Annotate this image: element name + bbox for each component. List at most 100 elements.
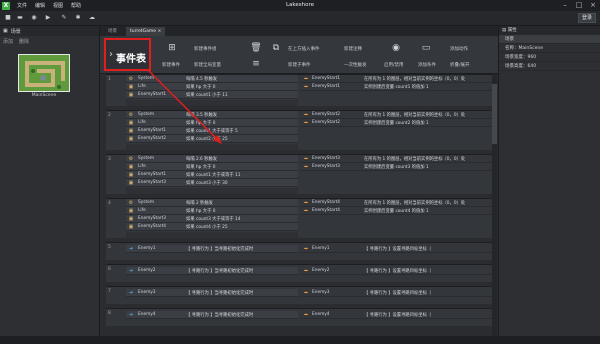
action-row[interactable]: ➡ EnemyStart2 实例创建后变量 count2 的值加 1 xyxy=(300,119,492,127)
tab-turretgame[interactable]: turretGame × xyxy=(126,27,166,36)
scroll-thumb[interactable] xyxy=(492,84,497,144)
login-button[interactable]: 登录 xyxy=(578,13,596,23)
condition-row[interactable]: ▣ EnemyStart3 如果 count3 小于 30 xyxy=(126,179,298,187)
action-row[interactable]: ➡ EnemyStart1 实例创建后变量 count1 的值加 1 xyxy=(300,83,492,91)
new-event-icon[interactable]: ⊞ xyxy=(166,42,178,54)
event-block[interactable]: 5 ➜ Enemy1 【 寻路行为 】当寻路初始化完成时 ➡ Enemy1 【 寻路行为 】… xyxy=(106,242,492,260)
enable-disable-button[interactable]: 启用/禁用 xyxy=(384,62,404,68)
event-sheet-callout: › 事件表 xyxy=(104,38,151,71)
condition-row[interactable]: ▣ Life 如果 hp 大于 0 xyxy=(126,119,298,127)
new-event-button[interactable]: 新建事件 xyxy=(162,62,180,68)
condition-row[interactable]: ▣ EnemyStart4 如果 count4 小于 25 xyxy=(126,223,298,231)
action-row[interactable]: ➡ EnemyStart2 在所有为 1 的图层，相对当前实例的坐标（0，0）处 xyxy=(300,111,492,119)
action-row[interactable]: ➡ EnemyStart4 在所有为 1 的图层，相对当前实例的坐标（0，0）处 xyxy=(300,199,492,207)
duplicate-icon[interactable]: ⧉ xyxy=(270,42,282,54)
action-row[interactable]: ➡ Enemy2 【 寻路行为 】设置寻路目标坐标（ xyxy=(300,267,492,275)
action-arrow-icon: ➡ xyxy=(303,120,309,126)
condition-row[interactable]: ▣ Life 如果 hp 大于 0 xyxy=(126,163,298,171)
menu-help[interactable]: 帮助 xyxy=(67,2,85,9)
condition-row[interactable]: ➜ Enemy4 【 寻路行为 】当寻路初始化完成时 xyxy=(126,311,298,319)
add-sub-row[interactable] xyxy=(126,232,298,238)
var-icon: ▣ xyxy=(128,164,134,170)
condition-row[interactable]: ➜ Enemy3 【 寻路行为 】当寻路初始化完成时 xyxy=(126,289,298,297)
event-block[interactable]: 7 ➜ Enemy3 【 寻路行为 】当寻路初始化完成时 ➡ Enemy3 【 寻路行为 】… xyxy=(106,286,492,304)
trigger-once-button[interactable]: 一次性触发 xyxy=(344,62,367,68)
condition-row[interactable]: ⚙ System 每隔 2.6 秒触发 xyxy=(126,155,298,163)
gear-icon: ⚙ xyxy=(128,112,134,118)
action-row[interactable]: ➡ EnemyStart3 在所有为 1 的图层，相对当前实例的坐标（0，0）处 xyxy=(300,155,492,163)
scene-thumbnail[interactable] xyxy=(18,54,70,92)
condition-row[interactable]: ⚙ System 每隔 4.5 秒触发 xyxy=(126,75,298,83)
add-sub-row[interactable] xyxy=(126,100,298,106)
cloud-icon[interactable]: ☁ xyxy=(88,14,96,22)
add-condition-button[interactable]: 添加条件 xyxy=(418,62,436,68)
collapse-button[interactable]: 折叠/展开 xyxy=(450,62,470,68)
condition-row[interactable]: ▣ Life 如果 hp 大于 0 xyxy=(126,207,298,215)
event-block[interactable]: 6 ➜ Enemy2 【 寻路行为 】当寻路初始化完成时 ➡ Enemy2 【 寻路行为 】… xyxy=(106,264,492,282)
event-block[interactable]: 2 ⚙ System 每隔 3.5 秒触发 ▣ Life 如果 hp 大于 0 ▣ EnemyS… xyxy=(106,110,492,150)
prop-scene-width[interactable]: 场景宽度：960 xyxy=(499,53,600,62)
condition-row[interactable]: ▣ EnemyStart1 如果 count1 大于或等于 5 xyxy=(126,127,298,135)
delete-scene-button[interactable]: 删除 xyxy=(19,38,29,45)
condition-text: 如果 count1 小于 11 xyxy=(186,93,228,98)
event-sheet-scrollbar[interactable] xyxy=(492,74,497,336)
condition-row[interactable]: ➜ Enemy2 【 寻路行为 】当寻路初始化完成时 xyxy=(126,267,298,275)
condition-row[interactable]: ▣ EnemyStart1 如果 count1 大于或等于 11 xyxy=(126,171,298,179)
maximize-icon[interactable]: □ xyxy=(572,0,586,11)
add-scene-button[interactable]: 添加 xyxy=(3,38,13,45)
action-object: EnemyStart1 xyxy=(312,84,341,89)
prop-scene-height[interactable]: 场景高度：640 xyxy=(499,62,600,71)
condition-text: 如果 count1 大于或等于 5 xyxy=(186,129,238,134)
menu-file[interactable]: 文件 xyxy=(13,2,31,9)
add-sub-row[interactable] xyxy=(126,188,298,194)
tab-scene[interactable]: 场景 xyxy=(104,27,121,36)
condition-row[interactable]: ▣ EnemyStart3 如果 count3 大于或等于 14 xyxy=(126,215,298,223)
condition-row[interactable]: ▣ Life 如果 hp 大于 0 xyxy=(126,83,298,91)
save-icon[interactable]: ■ xyxy=(4,14,12,22)
new-comment-button[interactable]: 新建注释 xyxy=(344,46,362,52)
action-row[interactable]: ➡ EnemyStart4 实例创建后变量 count4 的值加 1 xyxy=(300,207,492,215)
event-block[interactable]: 1 ⚙ System 每隔 4.5 秒触发 ▣ Life 如果 hp 大于 0 ▣ EnemyS… xyxy=(106,74,492,106)
align-icon[interactable]: ≡ xyxy=(250,58,262,70)
action-row[interactable]: ➡ EnemyStart1 在所有为 1 的图层，相对当前实例的坐标（0，0）处 xyxy=(300,75,492,83)
add-action-button[interactable]: 添加动作 xyxy=(450,46,468,52)
add-condition-icon[interactable]: ▭ xyxy=(420,42,432,54)
new-sub-event-button[interactable]: 新建子事件 xyxy=(288,62,311,68)
event-block[interactable]: 3 ⚙ System 每隔 2.6 秒触发 ▣ Life 如果 hp 大于 0 ▣ EnemyS… xyxy=(106,154,492,194)
prop-scene-name[interactable]: 名称：MainScene xyxy=(499,44,600,53)
event-block[interactable]: 4 ⚙ System 每隔 2 秒触发 ▣ Life 如果 hp 大于 0 ▣ EnemySta… xyxy=(106,198,492,238)
action-text: 实例创建后变量 count4 的值加 1 xyxy=(364,209,429,214)
trash-icon[interactable]: 🗑 xyxy=(250,42,262,54)
scene-panel-title: 场景 xyxy=(10,28,21,35)
scene-panel: ▣ 场景 添加 删除 MainScene xyxy=(0,26,100,344)
toggle-icon[interactable]: ◉ xyxy=(390,42,402,54)
action-text: 实例创建后变量 count2 的值加 1 xyxy=(364,121,429,126)
folder-icon[interactable]: ▬ xyxy=(16,14,24,22)
condition-row[interactable]: ▣ EnemyStart2 如果 count2 小于 25 xyxy=(126,135,298,143)
insert-above-button[interactable]: 在上方插入事件 xyxy=(288,46,320,52)
brush-icon[interactable]: ✎ xyxy=(60,14,68,22)
build-icon[interactable]: ✱ xyxy=(74,14,82,22)
action-object: Enemy3 xyxy=(312,290,330,295)
action-row[interactable]: ➡ Enemy4 【 寻路行为 】设置寻路目标坐标（ xyxy=(300,311,492,319)
new-event-group-button[interactable]: 新建事件组 xyxy=(194,46,217,52)
play-icon[interactable]: ▶ xyxy=(44,14,52,22)
event-block[interactable]: 8 ➜ Enemy4 【 寻路行为 】当寻路初始化完成时 ➡ Enemy4 【 寻路行为 】… xyxy=(106,308,492,326)
action-arrow-icon: ➡ xyxy=(303,200,309,206)
tab-close-icon[interactable]: × xyxy=(158,29,162,34)
action-row[interactable]: ➡ EnemyStart3 实例创建后变量 count3 的值加 1 xyxy=(300,163,492,171)
condition-row[interactable]: ⚙ System 每隔 2 秒触发 xyxy=(126,199,298,207)
new-global-var-button[interactable]: 新建全局变量 xyxy=(194,62,221,68)
window-title: Lakeshore xyxy=(285,2,315,8)
menu-edit[interactable]: 编辑 xyxy=(31,2,49,9)
minimize-icon[interactable]: – xyxy=(558,0,572,11)
action-row[interactable]: ➡ Enemy1 【 寻路行为 】设置寻路目标坐标（ xyxy=(300,245,492,253)
menu-view[interactable]: 视图 xyxy=(49,2,67,9)
condition-row[interactable]: ➜ Enemy1 【 寻路行为 】当寻路初始化完成时 xyxy=(126,245,298,253)
add-sub-row[interactable] xyxy=(126,144,298,150)
preview-icon[interactable]: ◉ xyxy=(30,14,38,22)
close-icon[interactable]: × xyxy=(586,0,600,11)
action-row[interactable]: ➡ Enemy3 【 寻路行为 】设置寻路目标坐标（ xyxy=(300,289,492,297)
condition-row[interactable]: ⚙ System 每隔 3.5 秒触发 xyxy=(126,111,298,119)
condition-row[interactable]: ▣ EnemyStart1 如果 count1 小于 11 xyxy=(126,91,298,99)
